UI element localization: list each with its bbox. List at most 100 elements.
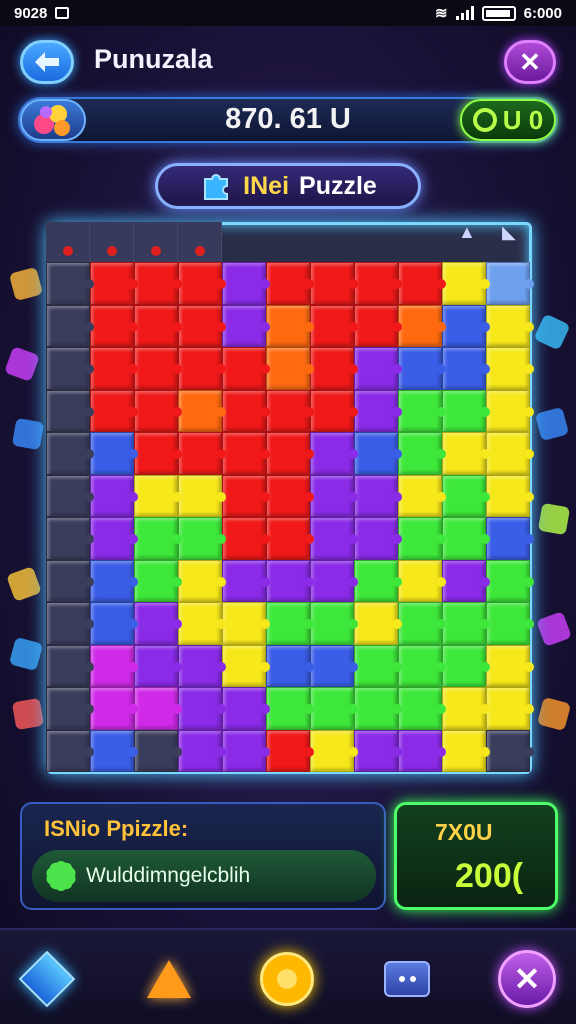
puzzle-piece[interactable] <box>310 389 358 432</box>
hint-button[interactable] <box>16 948 78 1010</box>
puzzle-piece[interactable] <box>442 262 490 305</box>
puzzle-piece[interactable] <box>178 432 226 475</box>
puzzle-piece[interactable] <box>90 432 138 475</box>
puzzle-piece[interactable] <box>266 432 314 475</box>
puzzle-piece[interactable] <box>46 687 94 730</box>
puzzle-piece[interactable] <box>134 432 182 475</box>
settings-button[interactable] <box>256 948 318 1010</box>
back-button[interactable] <box>20 40 74 84</box>
puzzle-mode-tag[interactable]: INei Puzzle <box>155 163 421 209</box>
puzzle-piece[interactable] <box>178 262 226 305</box>
puzzle-piece[interactable] <box>354 687 402 730</box>
puzzle-piece[interactable] <box>398 347 446 390</box>
puzzle-piece[interactable] <box>486 262 534 305</box>
puzzle-piece[interactable] <box>46 602 94 645</box>
puzzle-piece[interactable] <box>442 602 490 645</box>
puzzle-piece[interactable] <box>398 729 446 772</box>
puzzle-piece[interactable] <box>310 602 358 645</box>
puzzle-piece[interactable] <box>310 432 358 475</box>
puzzle-piece[interactable] <box>46 644 94 687</box>
puzzle-piece[interactable] <box>266 517 314 560</box>
puzzle-piece[interactable] <box>486 347 534 390</box>
puzzle-piece[interactable] <box>354 729 402 772</box>
board-tab[interactable] <box>90 222 134 262</box>
puzzle-piece[interactable] <box>46 474 94 517</box>
puzzle-piece[interactable] <box>134 389 182 432</box>
puzzle-piece[interactable] <box>354 602 402 645</box>
puzzle-piece[interactable] <box>266 729 314 772</box>
board-tab[interactable] <box>46 222 90 262</box>
puzzle-piece[interactable] <box>46 729 94 772</box>
puzzle-piece[interactable] <box>222 262 270 305</box>
puzzle-piece[interactable] <box>222 304 270 347</box>
close-button[interactable]: ✕ <box>504 40 556 84</box>
puzzle-piece[interactable] <box>310 517 358 560</box>
puzzle-piece[interactable] <box>266 644 314 687</box>
info-strip[interactable]: Wulddimngelcblih <box>32 850 376 902</box>
coins-button[interactable]: U 0 <box>460 99 556 141</box>
puzzle-piece[interactable] <box>354 347 402 390</box>
puzzle-piece[interactable] <box>266 389 314 432</box>
puzzle-piece[interactable] <box>398 474 446 517</box>
puzzle-piece[interactable] <box>442 729 490 772</box>
puzzle-piece[interactable] <box>90 729 138 772</box>
puzzle-board[interactable] <box>46 262 534 772</box>
exit-button[interactable]: ✕ <box>496 948 558 1010</box>
puzzle-piece[interactable] <box>266 687 314 730</box>
puzzle-piece[interactable] <box>486 644 534 687</box>
puzzle-piece[interactable] <box>354 432 402 475</box>
puzzle-piece[interactable] <box>310 262 358 305</box>
puzzle-piece[interactable] <box>354 474 402 517</box>
puzzle-piece[interactable] <box>398 389 446 432</box>
puzzle-piece[interactable] <box>222 347 270 390</box>
puzzle-piece[interactable] <box>442 389 490 432</box>
puzzle-piece[interactable] <box>266 347 314 390</box>
puzzle-piece[interactable] <box>178 474 226 517</box>
puzzle-piece[interactable] <box>354 262 402 305</box>
puzzle-piece[interactable] <box>46 559 94 602</box>
puzzle-piece[interactable] <box>354 517 402 560</box>
puzzle-piece[interactable] <box>354 304 402 347</box>
puzzle-piece[interactable] <box>46 304 94 347</box>
puzzle-piece[interactable] <box>222 432 270 475</box>
puzzle-piece[interactable] <box>134 517 182 560</box>
puzzle-piece[interactable] <box>398 304 446 347</box>
puzzle-piece[interactable] <box>90 474 138 517</box>
puzzle-piece[interactable] <box>486 602 534 645</box>
puzzle-piece[interactable] <box>398 644 446 687</box>
puzzle-piece[interactable] <box>442 304 490 347</box>
puzzle-piece[interactable] <box>310 304 358 347</box>
puzzle-piece[interactable] <box>90 559 138 602</box>
chat-button[interactable] <box>376 948 438 1010</box>
puzzle-piece[interactable] <box>178 644 226 687</box>
puzzle-piece[interactable] <box>222 644 270 687</box>
puzzle-piece[interactable] <box>266 559 314 602</box>
puzzle-piece[interactable] <box>310 729 358 772</box>
puzzle-piece[interactable] <box>398 559 446 602</box>
puzzle-piece[interactable] <box>178 347 226 390</box>
puzzle-piece[interactable] <box>90 347 138 390</box>
puzzle-piece[interactable] <box>46 389 94 432</box>
puzzle-piece[interactable] <box>486 304 534 347</box>
puzzle-piece[interactable] <box>222 474 270 517</box>
puzzle-piece[interactable] <box>134 602 182 645</box>
puzzle-piece[interactable] <box>178 304 226 347</box>
puzzle-piece[interactable] <box>90 389 138 432</box>
puzzle-piece[interactable] <box>266 262 314 305</box>
puzzle-piece[interactable] <box>222 389 270 432</box>
puzzle-piece[interactable] <box>90 517 138 560</box>
puzzle-piece[interactable] <box>354 389 402 432</box>
puzzle-piece[interactable] <box>266 304 314 347</box>
puzzle-piece[interactable] <box>398 602 446 645</box>
puzzle-piece[interactable] <box>222 559 270 602</box>
puzzle-piece[interactable] <box>266 602 314 645</box>
puzzle-piece[interactable] <box>486 559 534 602</box>
puzzle-piece[interactable] <box>486 474 534 517</box>
puzzle-piece[interactable] <box>178 517 226 560</box>
puzzle-piece[interactable] <box>222 687 270 730</box>
puzzle-piece[interactable] <box>134 687 182 730</box>
puzzle-piece[interactable] <box>178 687 226 730</box>
puzzle-piece[interactable] <box>486 687 534 730</box>
warning-button[interactable] <box>138 948 200 1010</box>
puzzle-piece[interactable] <box>134 644 182 687</box>
